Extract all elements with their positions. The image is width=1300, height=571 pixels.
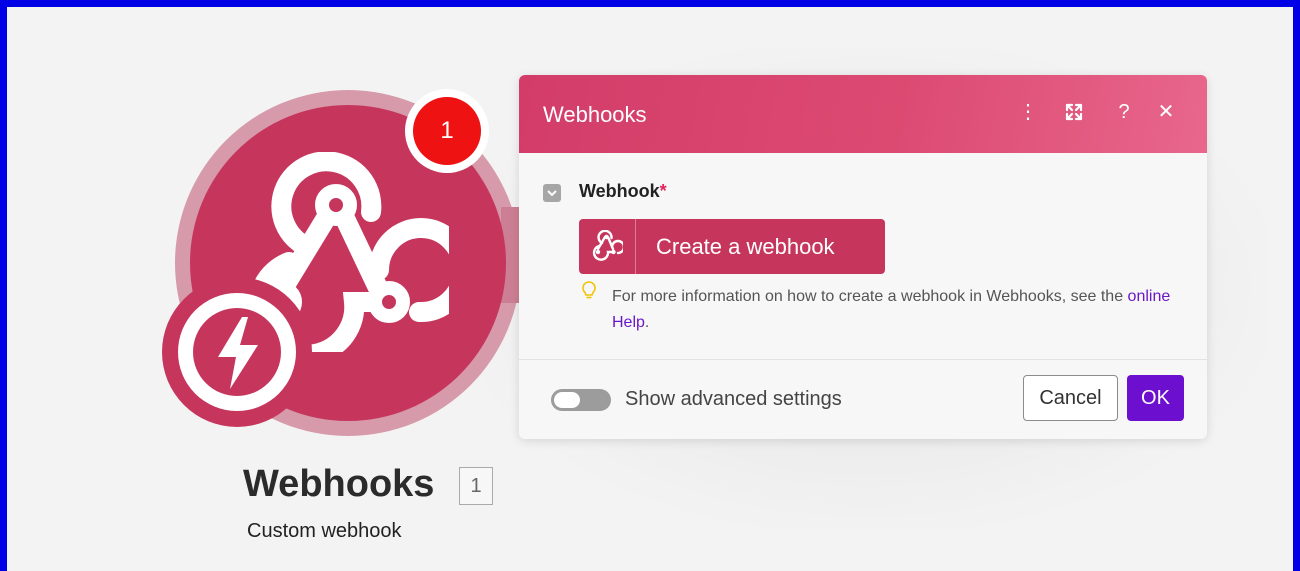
webhook-field-label: Webhook*: [579, 181, 667, 201]
trigger-badge: [162, 277, 312, 427]
advanced-settings-label: Show advanced settings: [625, 388, 842, 410]
help-hint: For more information on how to create a …: [612, 288, 1171, 331]
lightbulb-icon: [582, 281, 596, 299]
expand-icon[interactable]: [1059, 97, 1089, 127]
more-vertical-icon[interactable]: ⋮: [1013, 97, 1043, 127]
canvas: 1 Webhooks 1 Custom webhook Webhooks ⋮ ?…: [0, 0, 1300, 571]
module-subtitle: Custom webhook: [247, 520, 402, 542]
lightning-bolt-icon: [193, 308, 281, 396]
dialog-title: Webhooks: [543, 102, 647, 127]
advanced-settings-toggle[interactable]: [551, 389, 611, 411]
toggle-knob: [554, 392, 580, 408]
dialog-header: Webhooks ⋮ ? ✕: [519, 75, 1207, 153]
cancel-button[interactable]: Cancel: [1023, 375, 1118, 421]
module-settings-dialog: Webhooks ⋮ ? ✕ Webhook* Create a webhook…: [519, 75, 1207, 439]
close-icon[interactable]: ✕: [1151, 97, 1181, 127]
error-count: 1: [413, 97, 481, 165]
create-webhook-button[interactable]: Create a webhook: [579, 219, 885, 274]
ok-button[interactable]: OK: [1127, 375, 1184, 421]
webhook-icon: [579, 219, 636, 274]
create-webhook-label: Create a webhook: [656, 234, 835, 259]
chevron-down-icon[interactable]: [543, 184, 561, 202]
module-title: Webhooks: [243, 463, 435, 505]
help-icon[interactable]: ?: [1109, 97, 1139, 127]
error-count-badge[interactable]: 1: [405, 89, 489, 173]
required-marker: *: [659, 181, 667, 201]
module-id-badge: 1: [459, 467, 493, 505]
dialog-divider: [519, 359, 1207, 360]
